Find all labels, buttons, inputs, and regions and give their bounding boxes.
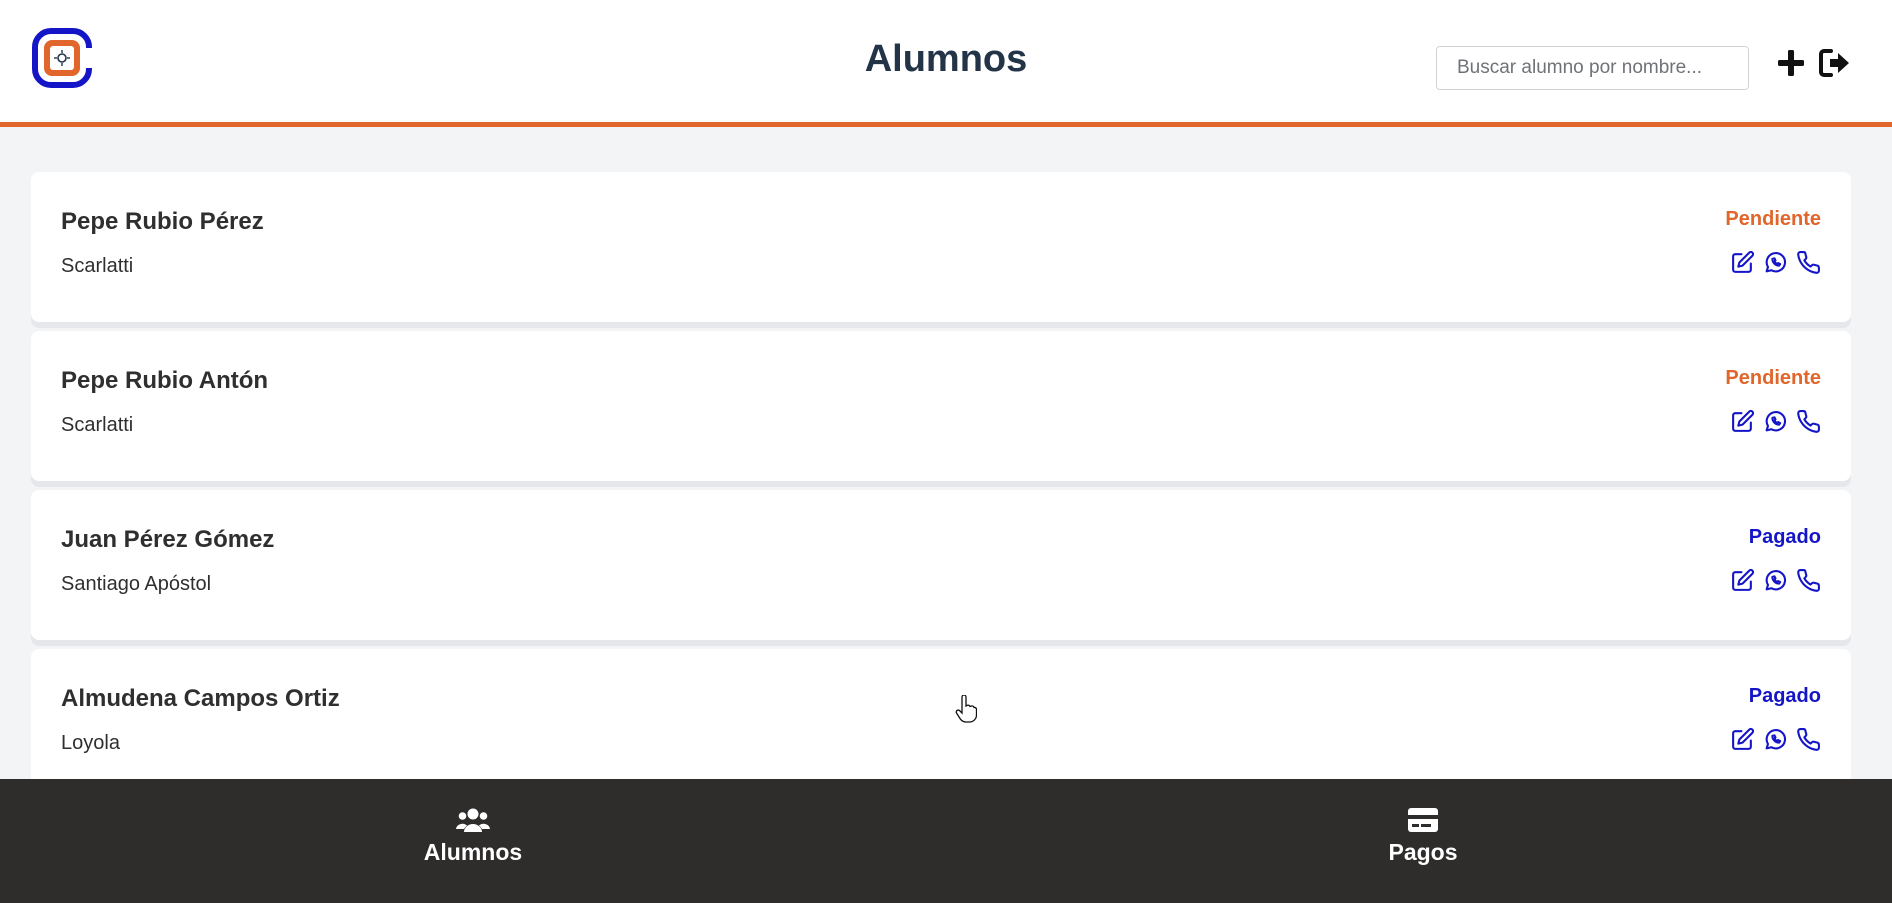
student-card[interactable]: Pepe Rubio Pérez Scarlatti Pendiente <box>31 172 1851 322</box>
payment-status-badge: Pagado <box>1748 685 1821 707</box>
student-school: Scarlatti <box>61 255 134 277</box>
student-card[interactable]: Pepe Rubio Antón Scarlatti Pendiente <box>31 331 1851 481</box>
payment-status-badge: Pagado <box>1748 526 1821 548</box>
whatsapp-icon[interactable] <box>1763 250 1788 275</box>
nav-item-alumnos[interactable]: Alumnos <box>373 807 573 866</box>
card-actions <box>1730 409 1821 434</box>
student-card[interactable]: Almudena Campos Ortiz Loyola Pagado <box>31 649 1851 799</box>
plus-icon[interactable] <box>1774 46 1808 80</box>
nav-label: Pagos <box>1388 839 1458 865</box>
card-actions <box>1730 250 1821 275</box>
whatsapp-icon[interactable] <box>1763 727 1788 752</box>
payment-status-badge: Pendiente <box>1725 208 1821 230</box>
search-input[interactable] <box>1436 46 1749 90</box>
payment-status-badge: Pendiente <box>1725 367 1821 389</box>
card-actions <box>1730 568 1821 593</box>
edit-icon[interactable] <box>1730 250 1755 275</box>
hand-cursor-icon <box>955 695 977 723</box>
student-school: Scarlatti <box>61 414 134 436</box>
nav-label: Alumnos <box>423 839 523 865</box>
edit-icon[interactable] <box>1730 409 1755 434</box>
logout-icon[interactable] <box>1818 46 1852 80</box>
edit-icon[interactable] <box>1730 727 1755 752</box>
student-name: Pepe Rubio Antón <box>61 367 269 394</box>
phone-icon[interactable] <box>1796 727 1821 752</box>
whatsapp-icon[interactable] <box>1763 568 1788 593</box>
student-school: Loyola <box>61 732 120 754</box>
card-actions <box>1730 727 1821 752</box>
student-card[interactable]: Juan Pérez Gómez Santiago Apóstol Pagado <box>31 490 1851 640</box>
nav-item-pagos[interactable]: Pagos <box>1323 807 1523 866</box>
student-school: Santiago Apóstol <box>61 573 212 595</box>
edit-icon[interactable] <box>1730 568 1755 593</box>
users-icon <box>456 808 490 832</box>
phone-icon[interactable] <box>1796 250 1821 275</box>
student-name: Juan Pérez Gómez <box>61 526 275 553</box>
student-name: Almudena Campos Ortiz <box>61 685 340 712</box>
student-name: Pepe Rubio Pérez <box>61 208 264 235</box>
whatsapp-icon[interactable] <box>1763 409 1788 434</box>
phone-icon[interactable] <box>1796 409 1821 434</box>
credit-card-icon <box>1408 808 1438 832</box>
phone-icon[interactable] <box>1796 568 1821 593</box>
bottom-nav: Alumnos Pagos <box>0 779 1892 903</box>
app-header: Alumnos <box>0 0 1892 127</box>
